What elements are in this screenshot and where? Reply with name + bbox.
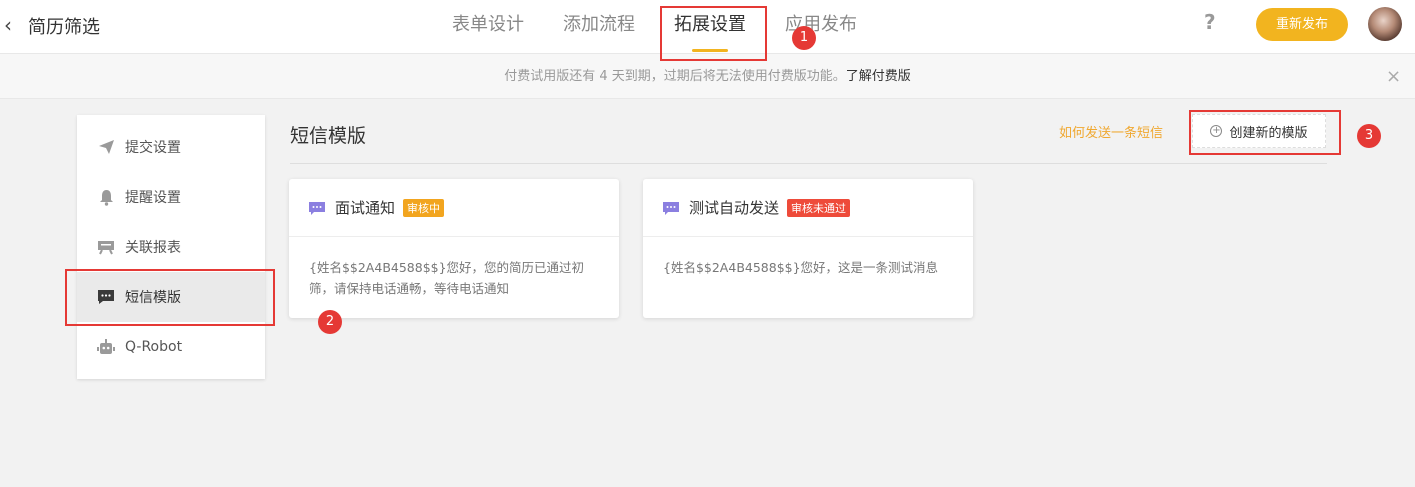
how-to-send-sms-link[interactable]: 如何发送一条短信 xyxy=(1059,122,1163,141)
report-icon xyxy=(97,238,115,256)
template-card-interview[interactable]: 面试通知 审核中 {姓名$$2A4B4588$$}您好，您的简历已通过初筛，请保… xyxy=(289,179,619,318)
sms-icon xyxy=(97,288,115,306)
sidebar-item-reminder-settings[interactable]: 提醒设置 xyxy=(77,172,265,222)
settings-sidebar: 提交设置 提醒设置 关联报表 短信模版 Q-Robot xyxy=(77,115,265,379)
app-title: 简历筛选 xyxy=(28,17,100,38)
tab-label: 添加流程 xyxy=(563,14,635,35)
close-icon[interactable]: × xyxy=(1386,54,1401,99)
tab-extension-settings[interactable]: 拓展设置 xyxy=(674,0,746,54)
top-bar: ‹ 简历筛选 表单设计 添加流程 拓展设置 应用发布 ? 重新发布 xyxy=(0,0,1415,54)
template-content: {姓名$$2A4B4588$$}您好，这是一条测试消息 xyxy=(663,260,939,275)
message-icon xyxy=(309,201,325,215)
annotation-marker-3: 3 xyxy=(1357,124,1381,148)
republish-button[interactable]: 重新发布 xyxy=(1256,8,1348,41)
card-header: 测试自动发送 审核未通过 xyxy=(643,179,973,237)
sidebar-item-linked-report[interactable]: 关联报表 xyxy=(77,222,265,272)
template-card-auto-send-test[interactable]: 测试自动发送 审核未通过 {姓名$$2A4B4588$$}您好，这是一条测试消息 xyxy=(643,179,973,318)
sidebar-item-submit-settings[interactable]: 提交设置 xyxy=(77,122,265,172)
banner-text: 付费试用版还有 4 天到期，过期后将无法使用付费版功能。 xyxy=(504,69,846,84)
status-badge: 审核未通过 xyxy=(787,198,851,217)
sidebar-item-label: 提交设置 xyxy=(125,140,181,156)
page-title: 短信模版 xyxy=(290,125,367,147)
main-tabs: 表单设计 添加流程 拓展设置 应用发布 xyxy=(452,0,896,54)
message-icon xyxy=(663,201,679,215)
sidebar-item-label: 关联报表 xyxy=(125,240,181,256)
avatar[interactable] xyxy=(1368,7,1402,41)
tab-form-design[interactable]: 表单设计 xyxy=(452,0,524,54)
create-template-label: 创建新的模版 xyxy=(1229,125,1308,141)
paper-plane-icon xyxy=(97,138,115,156)
active-tab-indicator xyxy=(692,49,728,52)
trial-banner: 付费试用版还有 4 天到期，过期后将无法使用付费版功能。了解付费版 × xyxy=(0,54,1415,99)
template-name: 测试自动发送 xyxy=(689,199,780,217)
tab-label: 表单设计 xyxy=(452,14,524,35)
annotation-marker-1: 1 xyxy=(792,26,816,50)
help-icon[interactable]: ? xyxy=(1204,10,1216,34)
template-content: {姓名$$2A4B4588$$}您好，您的简历已通过初筛，请保持电话通畅，等待电… xyxy=(309,260,585,296)
sidebar-item-label: 短信模版 xyxy=(125,290,181,306)
template-name: 面试通知 xyxy=(335,199,396,217)
sidebar-item-q-robot[interactable]: Q-Robot xyxy=(77,322,265,372)
add-circle-icon: + xyxy=(1210,125,1223,137)
bell-icon xyxy=(97,188,115,206)
back-icon[interactable]: ‹ xyxy=(4,13,22,37)
robot-icon xyxy=(97,338,115,356)
sidebar-item-label: 提醒设置 xyxy=(125,190,181,206)
card-header: 面试通知 审核中 xyxy=(289,179,619,237)
status-badge: 审核中 xyxy=(403,198,445,217)
divider xyxy=(290,163,1327,164)
sidebar-item-label: Q-Robot xyxy=(125,339,183,355)
sidebar-item-sms-template[interactable]: 短信模版 xyxy=(77,272,265,322)
annotation-marker-2: 2 xyxy=(318,310,342,334)
tab-add-flow[interactable]: 添加流程 xyxy=(563,0,635,54)
create-template-button[interactable]: + 创建新的模版 xyxy=(1192,114,1326,148)
tab-label: 拓展设置 xyxy=(674,14,746,35)
learn-paid-link[interactable]: 了解付费版 xyxy=(846,69,911,84)
